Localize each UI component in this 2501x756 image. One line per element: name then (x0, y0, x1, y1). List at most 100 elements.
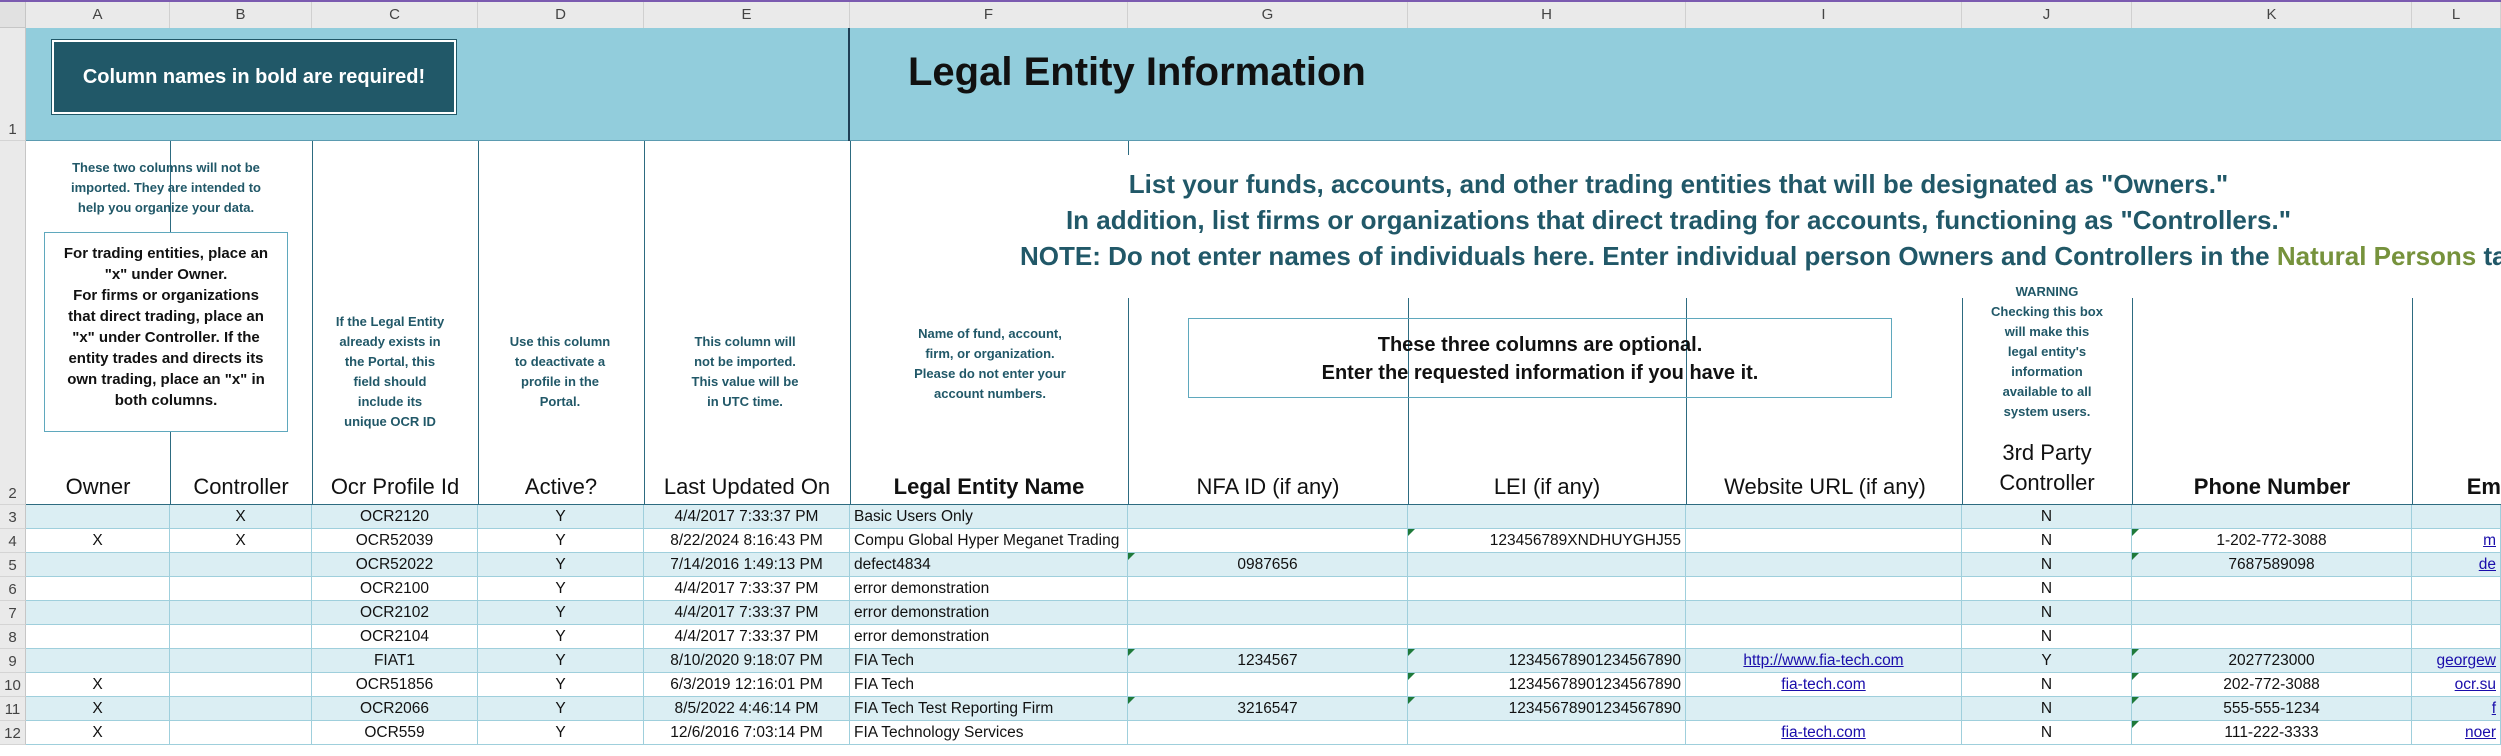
column-header-h[interactable]: H (1408, 2, 1686, 28)
error-indicator-icon[interactable] (2132, 673, 2139, 680)
cell-third[interactable]: Y (1962, 649, 2132, 672)
cell-ocr[interactable]: OCR51856 (312, 673, 478, 696)
cell-controller[interactable] (170, 673, 312, 696)
cell-lei[interactable]: 123456789XNDHUYGHJ55 (1408, 529, 1686, 552)
error-indicator-icon[interactable] (1128, 697, 1135, 704)
cell-name[interactable]: FIA Tech (850, 649, 1128, 672)
cell-email[interactable]: m (2412, 529, 2501, 552)
cell-web[interactable] (1686, 553, 1962, 576)
column-header-f[interactable]: F (850, 2, 1128, 28)
cell-owner[interactable]: X (26, 721, 170, 744)
header-email[interactable]: Em (2412, 472, 2501, 502)
row-header-8[interactable]: 8 (0, 625, 26, 649)
header-third-party-controller[interactable]: 3rd Party Controller (1962, 438, 2132, 498)
cell-active[interactable]: Y (478, 553, 644, 576)
error-indicator-icon[interactable] (2132, 721, 2139, 728)
cell-active[interactable]: Y (478, 505, 644, 528)
error-indicator-icon[interactable] (1408, 649, 1415, 656)
cell-phone[interactable]: 2027723000 (2132, 649, 2412, 672)
cell-phone[interactable]: 202-772-3088 (2132, 673, 2412, 696)
cell-phone[interactable] (2132, 505, 2412, 528)
error-indicator-icon[interactable] (2132, 529, 2139, 536)
cell-nfa[interactable]: 1234567 (1128, 649, 1408, 672)
cell-name[interactable]: error demonstration (850, 625, 1128, 648)
column-header-a[interactable]: A (26, 2, 170, 28)
cell-third[interactable]: N (1962, 553, 2132, 576)
cell-lei[interactable] (1408, 601, 1686, 624)
cell-controller[interactable]: X (170, 529, 312, 552)
header-active[interactable]: Active? (478, 472, 644, 502)
error-indicator-icon[interactable] (2132, 553, 2139, 560)
row-header-9[interactable]: 9 (0, 649, 26, 673)
cell-updated[interactable]: 4/4/2017 7:33:37 PM (644, 505, 850, 528)
cell-web[interactable] (1686, 601, 1962, 624)
cell-ocr[interactable]: OCR2120 (312, 505, 478, 528)
cell-controller[interactable] (170, 601, 312, 624)
cell-name[interactable]: error demonstration (850, 577, 1128, 600)
cell-third[interactable]: N (1962, 721, 2132, 744)
cell-email[interactable] (2412, 577, 2501, 600)
cell-name[interactable]: FIA Technology Services (850, 721, 1128, 744)
cell-nfa[interactable]: 0987656 (1128, 553, 1408, 576)
cell-name[interactable]: defect4834 (850, 553, 1128, 576)
cell-owner[interactable]: X (26, 529, 170, 552)
cell-email[interactable] (2412, 505, 2501, 528)
header-owner[interactable]: Owner (26, 472, 170, 502)
cell-web[interactable]: fia-tech.com (1686, 721, 1962, 744)
cell-active[interactable]: Y (478, 625, 644, 648)
row-header-10[interactable]: 10 (0, 673, 26, 697)
cell-lei[interactable] (1408, 577, 1686, 600)
cell-web[interactable]: fia-tech.com (1686, 673, 1962, 696)
column-header-d[interactable]: D (478, 2, 644, 28)
cell-ocr[interactable]: OCR2104 (312, 625, 478, 648)
cell-phone[interactable]: 111-222-3333 (2132, 721, 2412, 744)
cell-ocr[interactable]: OCR559 (312, 721, 478, 744)
cell-ocr[interactable]: OCR52039 (312, 529, 478, 552)
cell-email[interactable]: noer (2412, 721, 2501, 744)
cell-web[interactable] (1686, 577, 1962, 600)
cell-owner[interactable] (26, 625, 170, 648)
error-indicator-icon[interactable] (1128, 649, 1135, 656)
cell-controller[interactable] (170, 649, 312, 672)
cell-active[interactable]: Y (478, 673, 644, 696)
row-header-3[interactable]: 3 (0, 505, 26, 529)
cell-controller[interactable] (170, 721, 312, 744)
header-legal-entity-name[interactable]: Legal Entity Name (850, 472, 1128, 502)
cell-nfa[interactable] (1128, 505, 1408, 528)
cell-updated[interactable]: 8/5/2022 4:46:14 PM (644, 697, 850, 720)
row-header-1[interactable]: 1 (0, 28, 26, 141)
cell-lei[interactable] (1408, 625, 1686, 648)
cell-name[interactable]: Compu Global Hyper Meganet Trading (850, 529, 1128, 552)
cell-third[interactable]: N (1962, 577, 2132, 600)
row-header-7[interactable]: 7 (0, 601, 26, 625)
error-indicator-icon[interactable] (2132, 649, 2139, 656)
header-phone-number[interactable]: Phone Number (2132, 472, 2412, 502)
cell-email[interactable] (2412, 601, 2501, 624)
column-header-i[interactable]: I (1686, 2, 1962, 28)
column-header-b[interactable]: B (170, 2, 312, 28)
cell-ocr[interactable]: OCR2102 (312, 601, 478, 624)
error-indicator-icon[interactable] (1128, 553, 1135, 560)
cell-active[interactable]: Y (478, 577, 644, 600)
cell-email[interactable]: f (2412, 697, 2501, 720)
header-lei[interactable]: LEI (if any) (1408, 472, 1686, 502)
header-ocr-profile-id[interactable]: Ocr Profile Id (312, 472, 478, 502)
cell-email[interactable]: georgew (2412, 649, 2501, 672)
cell-phone[interactable]: 555-555-1234 (2132, 697, 2412, 720)
cell-web[interactable]: http://www.fia-tech.com (1686, 649, 1962, 672)
cell-updated[interactable]: 12/6/2016 7:03:14 PM (644, 721, 850, 744)
cell-controller[interactable] (170, 553, 312, 576)
cell-lei[interactable] (1408, 721, 1686, 744)
header-controller[interactable]: Controller (170, 472, 312, 502)
row-header-5[interactable]: 5 (0, 553, 26, 577)
column-header-k[interactable]: K (2132, 2, 2412, 28)
cell-owner[interactable] (26, 649, 170, 672)
cell-updated[interactable]: 7/14/2016 1:49:13 PM (644, 553, 850, 576)
cell-third[interactable]: N (1962, 625, 2132, 648)
cell-lei[interactable]: 12345678901234567890 (1408, 673, 1686, 696)
cell-owner[interactable]: X (26, 673, 170, 696)
cell-active[interactable]: Y (478, 529, 644, 552)
column-header-e[interactable]: E (644, 2, 850, 28)
column-header-g[interactable]: G (1128, 2, 1408, 28)
cell-updated[interactable]: 4/4/2017 7:33:37 PM (644, 625, 850, 648)
